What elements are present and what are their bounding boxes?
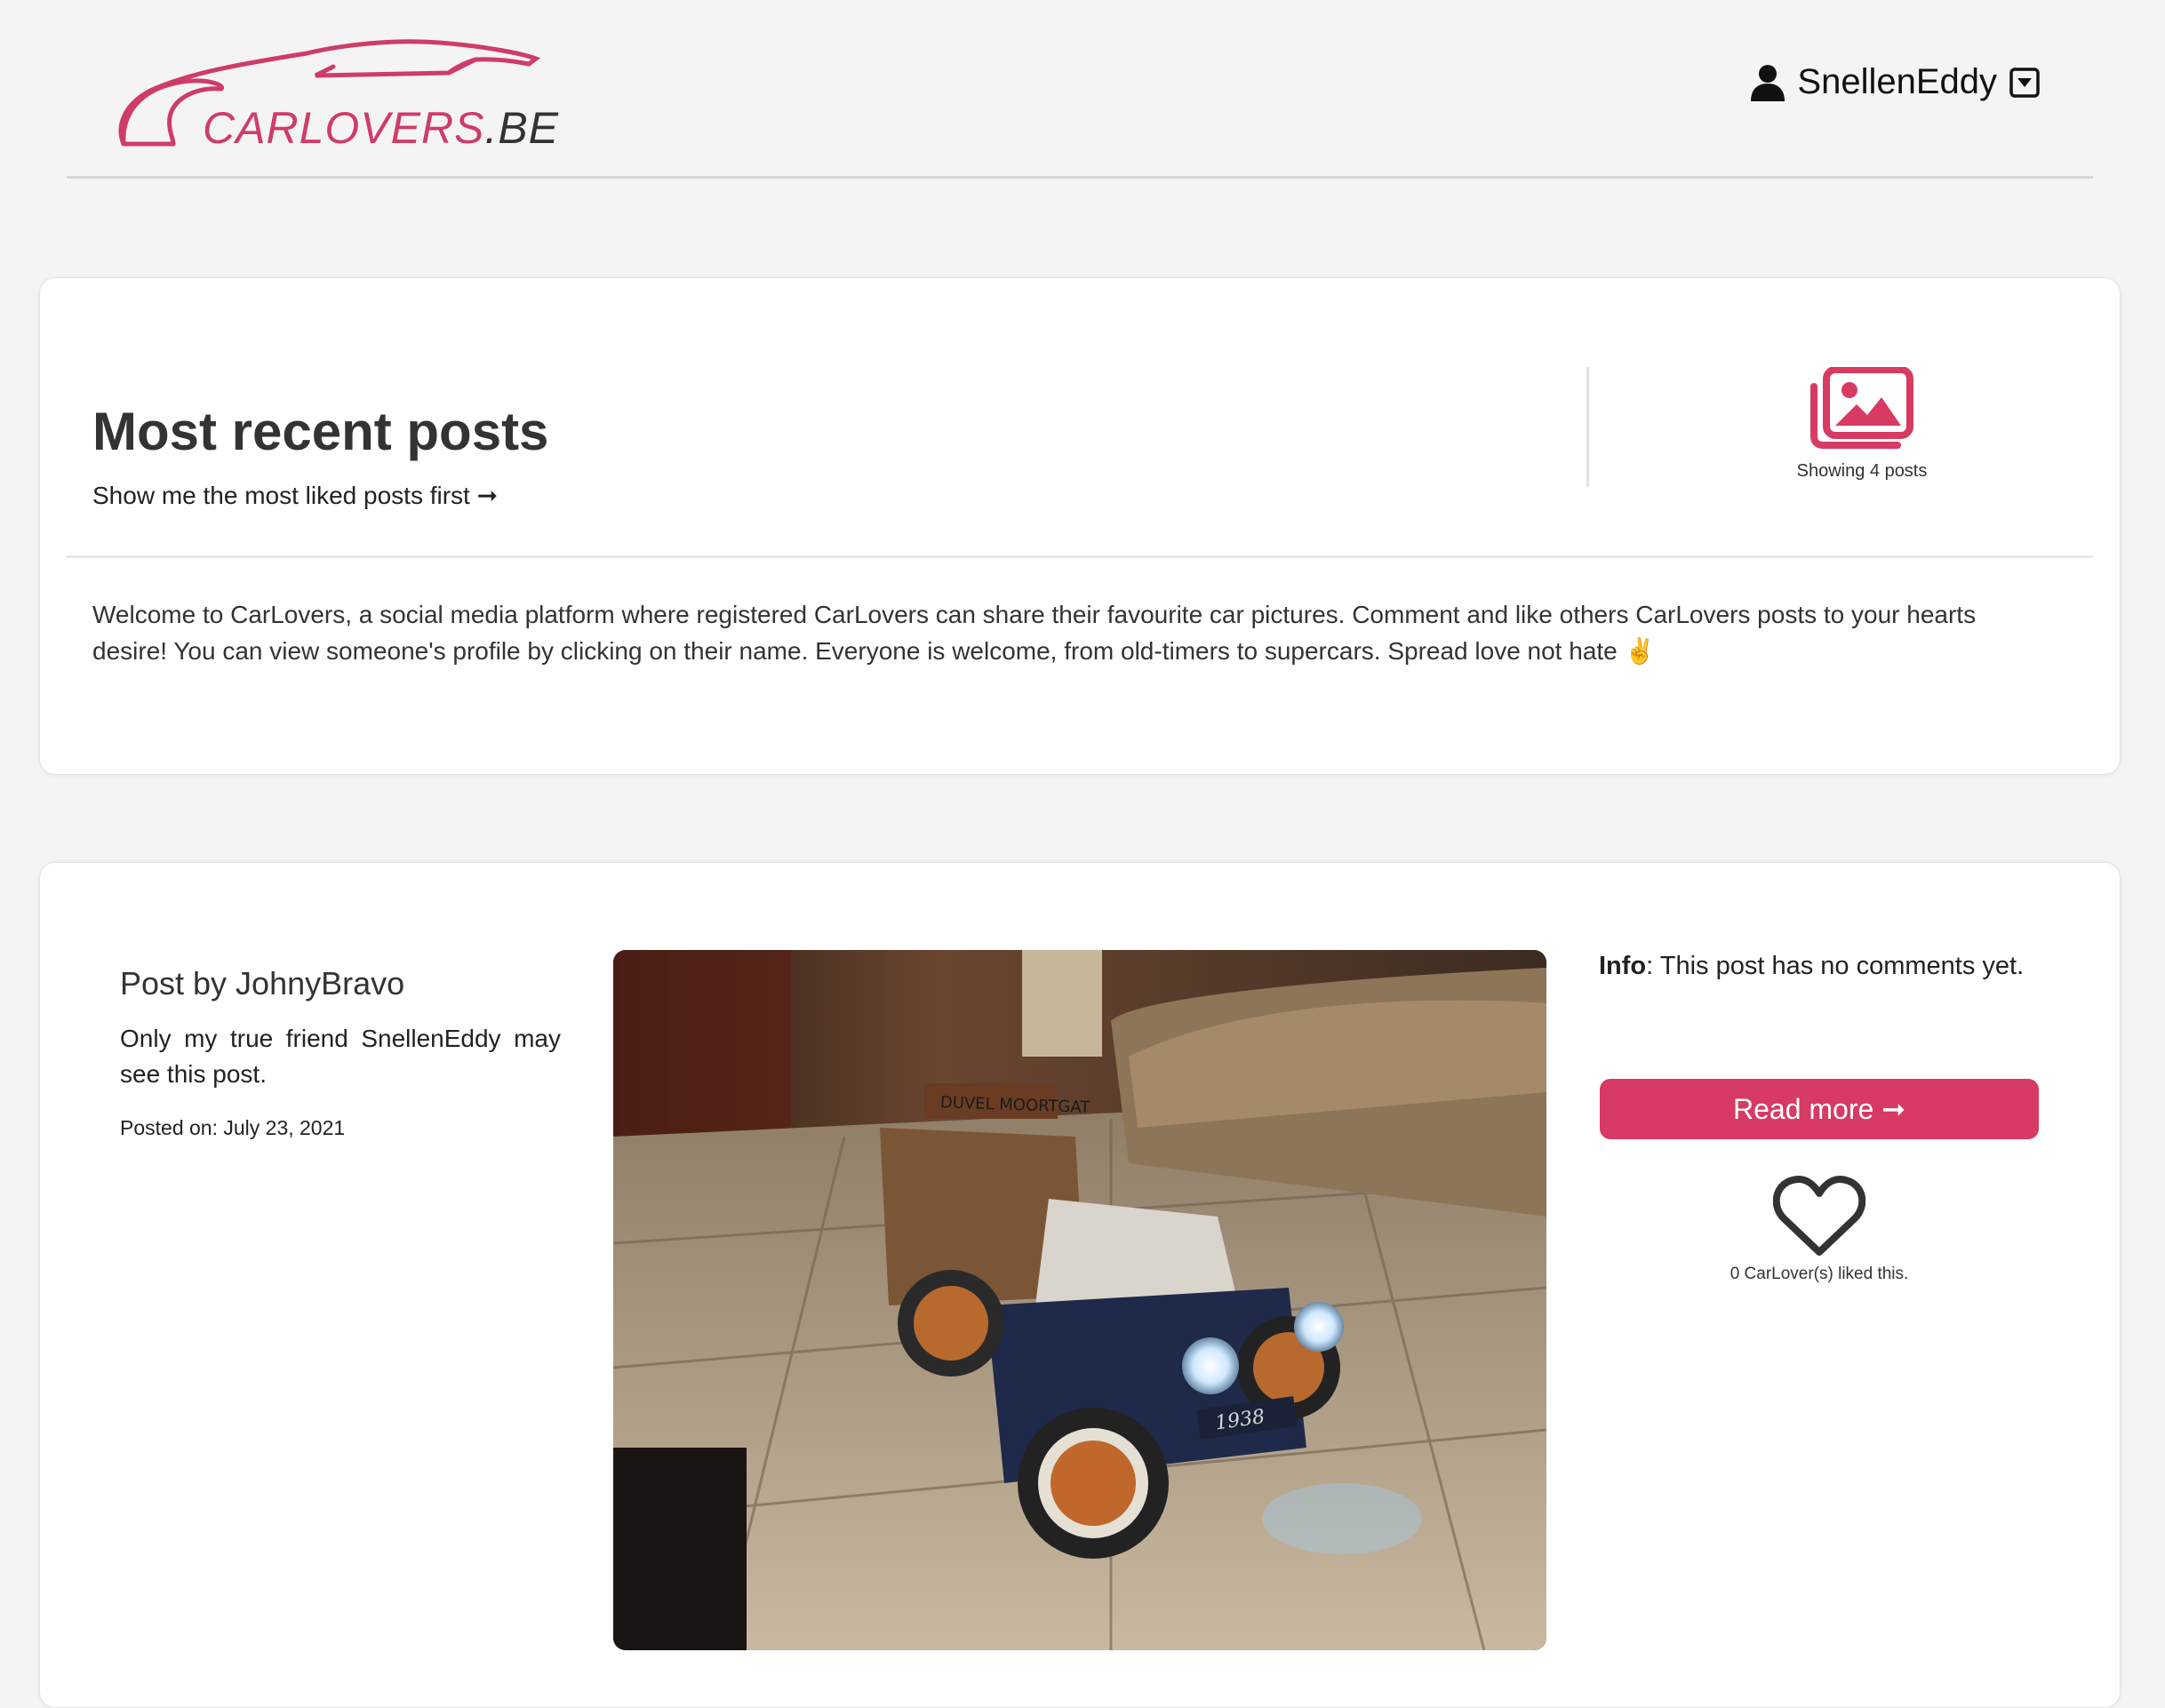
post-description: Only my true friend SnellenEddy may see … [120,1025,561,1088]
post-count-text: Showing 4 posts [1796,461,1928,481]
user-menu[interactable]: SnellenEddy [1751,58,2040,107]
like-count: 0 CarLover(s) liked this. [1730,1265,1909,1283]
read-more-button[interactable]: Read more ➞ [1600,1079,2039,1139]
images-icon [1810,367,1913,449]
post-comments-info: Info: This post has no comments yet. [1599,952,2024,981]
logo-wordmark: CARLOVERS.BE [203,102,559,154]
user-icon [1751,64,1786,101]
post-count: Showing 4 posts [1729,367,1995,482]
sort-most-liked-link[interactable]: Show me the most liked posts first ➞ [92,481,498,510]
user-name[interactable]: SnellenEddy [1797,62,1997,102]
carlovers-logo[interactable]: CARLOVERS.BE [111,36,558,156]
info-text: : This post has no comments yet. [1646,952,2025,980]
horizontal-divider [67,555,2093,558]
post-image[interactable]: DUVEL MOORTGAT 1938 [613,950,1546,1650]
heart-outline-icon[interactable] [1773,1174,1865,1257]
logo-wordmark-suffix: .BE [484,103,560,153]
post-date: Posted on: July 23, 2021 [120,1116,346,1139]
logo-wordmark-main: CARLOVERS [203,103,485,153]
intro-card: Most recent posts Show me the most liked… [39,277,2121,775]
pedal-car-photo: DUVEL MOORTGAT 1938 [613,950,1546,1650]
welcome-text: Welcome to CarLovers, a social media pla… [92,601,1977,665]
like-section: 0 CarLover(s) liked this. [1720,1174,1919,1284]
page-title: Most recent posts [92,402,549,461]
site-header: CARLOVERS.BE SnellenEddy [67,0,2093,179]
vertical-divider [1586,367,1589,487]
post-author-heading[interactable]: Post by JohnyBravo [120,965,404,1002]
info-label: Info [1599,952,1647,980]
caret-down-square-icon[interactable] [2009,67,2040,98]
post-card: Post by JohnyBravo Only my true friend S… [39,862,2121,1708]
